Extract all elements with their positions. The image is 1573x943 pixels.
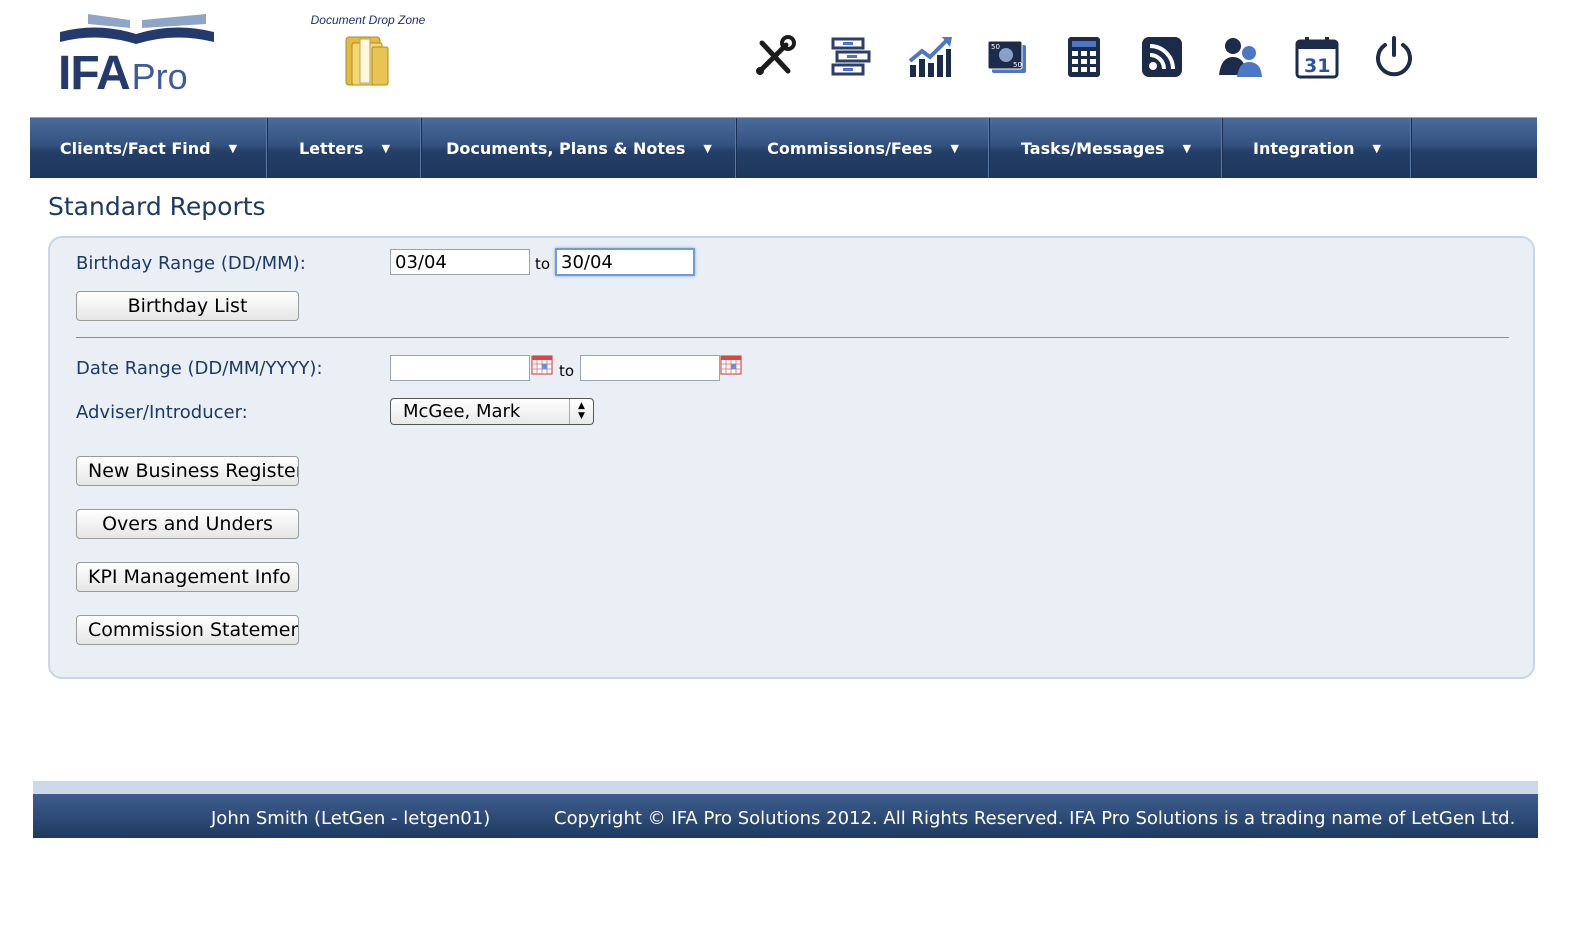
section-divider xyxy=(76,337,1509,338)
birthday-to-input[interactable] xyxy=(555,248,695,276)
logo-ifa-text: IFA xyxy=(58,47,131,100)
date-from-input[interactable] xyxy=(390,355,530,381)
dropdown-arrow-icon: ▼ xyxy=(950,141,959,155)
birthday-list-button[interactable]: Birthday List xyxy=(76,291,299,321)
svg-text:31: 31 xyxy=(1304,55,1330,77)
overs-and-unders-button[interactable]: Overs and Unders xyxy=(76,509,299,539)
open-book-logo-icon xyxy=(60,14,214,44)
nav-label: Commissions/Fees xyxy=(767,138,933,158)
birthday-range-label: Birthday Range (DD/MM): xyxy=(76,253,306,274)
kpi-management-info-button[interactable]: KPI Management Info xyxy=(76,562,299,592)
dropdown-arrow-icon: ▼ xyxy=(381,141,391,155)
svg-text:50: 50 xyxy=(991,43,1000,51)
calculator-icon[interactable] xyxy=(1057,30,1111,84)
birthday-to-label: to xyxy=(535,255,551,273)
commission-statement-button[interactable]: Commission Statement xyxy=(76,615,299,645)
power-icon[interactable] xyxy=(1367,30,1421,84)
page-title: Standard Reports xyxy=(48,192,266,221)
document-drop-zone[interactable]: Document Drop Zone xyxy=(302,13,434,89)
calendar-picker-icon[interactable] xyxy=(720,355,742,375)
select-arrows-icon: ▲ ▼ xyxy=(569,399,593,424)
tools-icon[interactable] xyxy=(747,30,801,84)
footer-strip xyxy=(33,781,1538,794)
svg-text:50: 50 xyxy=(1013,61,1022,69)
nav-commissions-fees[interactable]: Commissions/Fees ▼ xyxy=(737,118,990,178)
adviser-label: Adviser/Introducer: xyxy=(76,402,248,423)
rss-feed-icon[interactable] xyxy=(1135,30,1189,84)
money-icon[interactable]: 50 50 xyxy=(980,30,1034,84)
nav-clients-fact-find[interactable]: Clients/Fact Find ▼ xyxy=(30,118,268,178)
users-icon[interactable] xyxy=(1213,30,1267,84)
dropdown-arrow-icon: ▼ xyxy=(1372,141,1381,155)
nav-integration[interactable]: Integration ▼ xyxy=(1223,118,1412,178)
logo-pro-text: Pro xyxy=(131,56,188,97)
dropdown-arrow-icon: ▼ xyxy=(228,141,238,155)
new-business-register-button[interactable]: New Business Register xyxy=(76,456,299,486)
drop-zone-label: Document Drop Zone xyxy=(310,13,426,27)
footer-user: John Smith (LetGen - letgen01) xyxy=(211,808,491,829)
footer-copyright: Copyright © IFA Pro Solutions 2012. All … xyxy=(554,808,1516,829)
adviser-selected-value: McGee, Mark xyxy=(403,401,521,422)
reports-panel: Birthday Range (DD/MM): to Birthday List… xyxy=(48,236,1535,679)
nav-label: Letters xyxy=(298,138,364,158)
nav-label: Documents, Plans & Notes xyxy=(446,138,686,158)
footer: John Smith (LetGen - letgen01) Copyright… xyxy=(33,794,1538,838)
ifa-pro-logo[interactable]: IFAPro xyxy=(58,12,218,102)
nav-label: Tasks/Messages xyxy=(1020,138,1165,158)
folder-icon xyxy=(345,36,389,86)
dropdown-arrow-icon: ▼ xyxy=(1182,141,1192,155)
date-to-label: to xyxy=(559,362,575,380)
nav-tasks-messages[interactable]: Tasks/Messages ▼ xyxy=(990,118,1223,178)
adviser-select[interactable]: McGee, Mark ▲ ▼ xyxy=(390,398,594,425)
nav-documents-plans-notes[interactable]: Documents, Plans & Notes ▼ xyxy=(422,118,737,178)
nav-letters[interactable]: Letters ▼ xyxy=(268,118,422,178)
date-to-input[interactable] xyxy=(580,355,720,381)
calendar-picker-icon[interactable] xyxy=(531,355,553,375)
nav-label: Integration xyxy=(1253,138,1355,158)
filing-cabinet-icon[interactable] xyxy=(824,30,878,84)
chart-growth-icon[interactable] xyxy=(902,30,956,84)
calendar-icon[interactable]: 31 xyxy=(1290,30,1344,84)
date-range-label: Date Range (DD/MM/YYYY): xyxy=(76,358,323,379)
main-nav: Clients/Fact Find ▼ Letters ▼ Documents, P… xyxy=(30,117,1537,178)
birthday-from-input[interactable] xyxy=(390,249,530,275)
nav-label: Clients/Fact Find xyxy=(59,138,211,158)
dropdown-arrow-icon: ▼ xyxy=(703,141,712,155)
